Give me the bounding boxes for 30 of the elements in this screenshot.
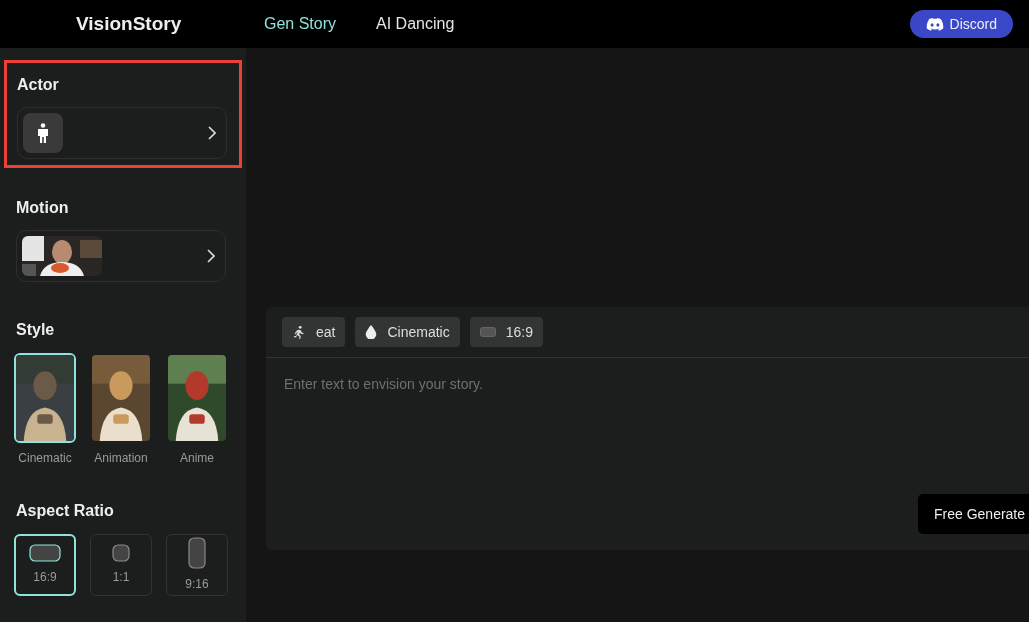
tall-frame-icon (188, 537, 206, 569)
section-title: Motion (16, 198, 70, 218)
logo[interactable]: VisionStory (76, 9, 226, 39)
section-title: Actor (17, 75, 60, 95)
chevron-right-icon (208, 126, 216, 140)
nav-tab[interactable]: Gen Story (264, 12, 337, 36)
running-figure-icon (292, 325, 306, 339)
tag-chip[interactable]: 16:9 (469, 317, 543, 347)
wide-frame-icon (29, 544, 61, 562)
chevron-right-icon (207, 249, 215, 263)
story-composer[interactable]: eat Cinematic 16:9 Enter text to envision your story. Free Generate (266, 307, 1029, 550)
tag-chip[interactable]: eat (282, 317, 346, 347)
style-label: Anime (180, 450, 214, 467)
discord-button[interactable]: Discord (909, 10, 1013, 38)
frame-icon (479, 327, 496, 337)
section-title: Aspect Ratio (16, 501, 115, 521)
aspect-ratio-option[interactable]: 16:9 (14, 534, 76, 596)
style-label: Cinematic (18, 450, 72, 467)
section-title: Style (16, 320, 56, 340)
generate-button[interactable]: Free Generate (918, 494, 1029, 534)
drop-icon (365, 325, 378, 339)
aspect-ratio-option[interactable]: 9:16 (166, 534, 228, 596)
nav-tab[interactable]: AI Dancing (376, 12, 455, 36)
tag-chip[interactable]: Cinematic (355, 317, 460, 347)
style-label: Animation (94, 450, 148, 467)
game-controller-icon (925, 17, 944, 31)
aspect-ratio-option[interactable]: 1:1 (90, 534, 152, 596)
motion-selector[interactable] (16, 230, 226, 282)
person-icon (23, 113, 63, 153)
square-frame-icon (112, 544, 130, 562)
